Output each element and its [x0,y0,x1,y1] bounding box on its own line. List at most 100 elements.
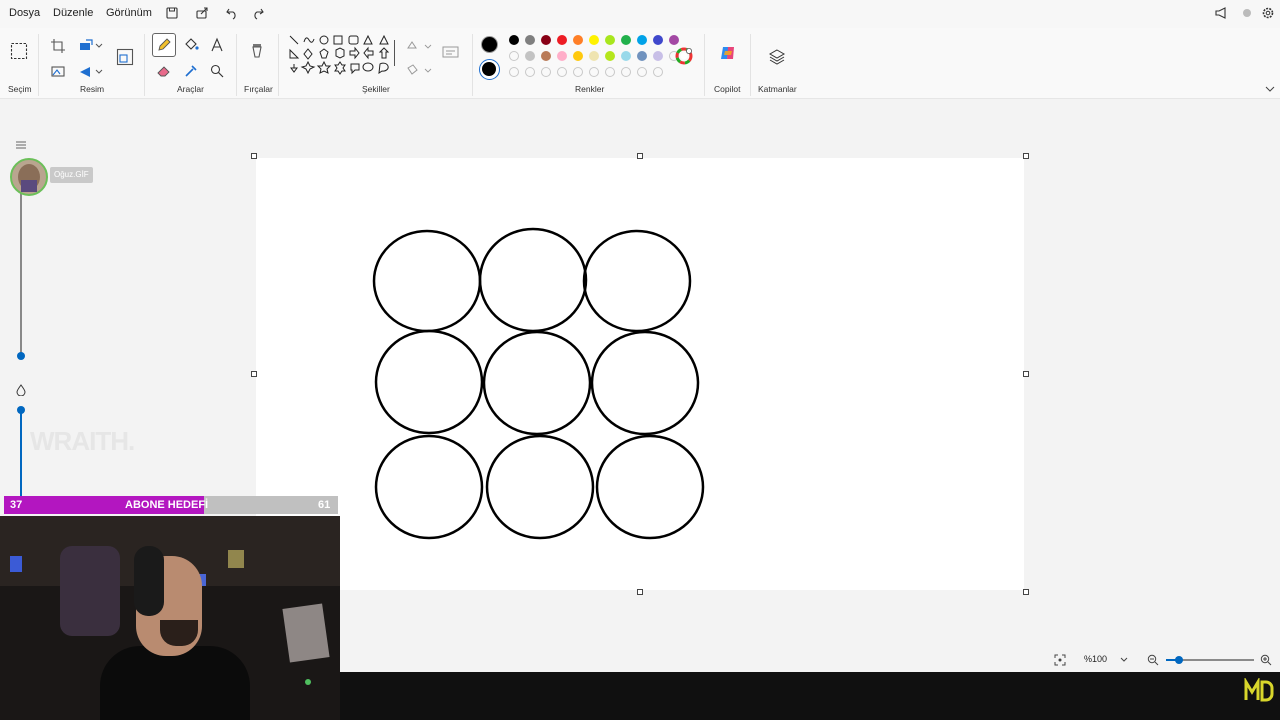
divider [704,34,705,96]
webcam-feed [0,516,340,720]
fill-bucket-icon[interactable] [183,37,199,53]
canvas-resize-handle[interactable] [637,153,643,159]
color-swatch[interactable] [541,51,551,61]
undo-icon[interactable] [225,6,239,20]
color-swatch[interactable] [653,67,663,77]
canvas-resize-handle[interactable] [1023,371,1029,377]
layers-icon[interactable] [768,48,786,66]
ribbon-toolbar: Seçim Resim Araçlar Fırçalar Şekiller Re… [0,28,1280,99]
drawn-circle [595,434,705,540]
color-swatch[interactable] [573,35,583,45]
fit-to-window-icon[interactable] [1054,654,1066,666]
canvas-resize-handle[interactable] [251,371,257,377]
redo-icon[interactable] [251,6,265,20]
opacity-drop-icon[interactable] [15,384,27,396]
layer-thumbnail[interactable] [10,158,48,196]
text-box-icon[interactable] [441,44,461,60]
zoom-in-icon[interactable] [1260,654,1272,666]
layer-opacity-thumb[interactable] [17,352,25,360]
color-swatch[interactable] [589,51,599,61]
resize-icon[interactable] [116,48,134,66]
shapes-scrollbar[interactable] [394,40,395,66]
canvas-resize-handle[interactable] [637,589,643,595]
color-swatch[interactable] [541,35,551,45]
pencil-tool-button[interactable] [152,33,176,57]
zoom-select[interactable]: %100 [1078,651,1134,669]
account-icon[interactable] [1240,6,1254,20]
menu-file[interactable]: Dosya [9,7,40,19]
secondary-color-swatch[interactable] [479,59,500,80]
announcement-icon[interactable] [1214,6,1228,20]
drawing-canvas[interactable] [256,158,1024,590]
color-swatch[interactable] [541,67,551,77]
chevron-down-icon[interactable] [94,38,104,54]
layer-opacity-track[interactable] [20,190,22,355]
menu-edit[interactable]: Düzenle [53,7,93,19]
color-swatch[interactable] [621,35,631,45]
selection-rectangle-icon[interactable] [10,42,28,60]
ribbon-collapse-chevron-icon[interactable] [1264,84,1276,94]
menu-bar: Dosya Düzenle Görünüm [0,0,1280,28]
flip-icon[interactable] [78,64,94,80]
settings-gear-icon[interactable] [1261,6,1275,20]
group-label-shapes: Şekiller [362,84,390,94]
color-swatch[interactable] [557,51,567,61]
color-swatch[interactable] [525,67,535,77]
color-swatch[interactable] [621,51,631,61]
color-swatch[interactable] [589,67,599,77]
color-swatch[interactable] [557,67,567,77]
color-swatch[interactable] [653,35,663,45]
color-swatch[interactable] [637,51,647,61]
canvas-resize-handle[interactable] [1023,153,1029,159]
group-label-brushes: Fırçalar [244,84,273,94]
crop-icon[interactable] [50,38,66,54]
divider [278,34,279,96]
group-label-copilot: Copilot [714,84,741,94]
group-label-tools: Araçlar [177,84,204,94]
canvas-drawing [372,227,705,540]
eraser-icon[interactable] [156,63,172,79]
shape-outline-icon[interactable] [406,38,432,54]
color-swatch[interactable] [637,67,647,77]
text-tool-icon[interactable] [209,37,225,53]
magnifier-icon[interactable] [209,63,225,79]
chevron-down-icon[interactable] [94,64,104,80]
color-swatch[interactable] [509,51,519,61]
zoom-out-icon[interactable] [1147,654,1159,666]
color-swatch[interactable] [605,51,615,61]
shapes-gallery[interactable] [288,34,394,82]
color-swatch[interactable] [605,67,615,77]
group-label-colors: Renkler [575,84,605,94]
color-swatch[interactable] [621,67,631,77]
canvas-resize-handle[interactable] [1023,589,1029,595]
menu-view[interactable]: Görünüm [106,7,152,19]
color-swatch[interactable] [509,67,519,77]
share-icon[interactable] [195,6,209,20]
color-swatch[interactable] [509,35,519,45]
layer-panel-toggle-icon[interactable] [15,140,27,150]
primary-color-swatch[interactable] [481,36,498,53]
color-swatch[interactable] [525,35,535,45]
edit-colors-icon[interactable] [675,47,693,65]
copilot-icon[interactable] [719,44,737,62]
color-swatch[interactable] [589,35,599,45]
color-swatch[interactable] [573,51,583,61]
color-swatch[interactable] [605,35,615,45]
image-tool-icon[interactable] [50,64,66,80]
color-swatch[interactable] [637,35,647,45]
color-swatch[interactable] [525,51,535,61]
canvas-resize-handle[interactable] [251,153,257,159]
watermark-text: WRAITH. [30,426,135,456]
brush-icon[interactable] [249,42,265,62]
rotate-icon[interactable] [78,38,94,54]
brush-size-track[interactable] [20,410,22,496]
color-swatch[interactable] [557,35,567,45]
color-swatch[interactable] [573,67,583,77]
brush-size-thumb[interactable] [17,406,25,414]
color-swatch[interactable] [669,35,679,45]
save-icon[interactable] [165,6,179,20]
zoom-slider-thumb[interactable] [1175,656,1183,664]
color-picker-icon[interactable] [183,63,199,79]
color-swatch[interactable] [653,51,663,61]
shape-fill-icon[interactable] [406,62,432,78]
